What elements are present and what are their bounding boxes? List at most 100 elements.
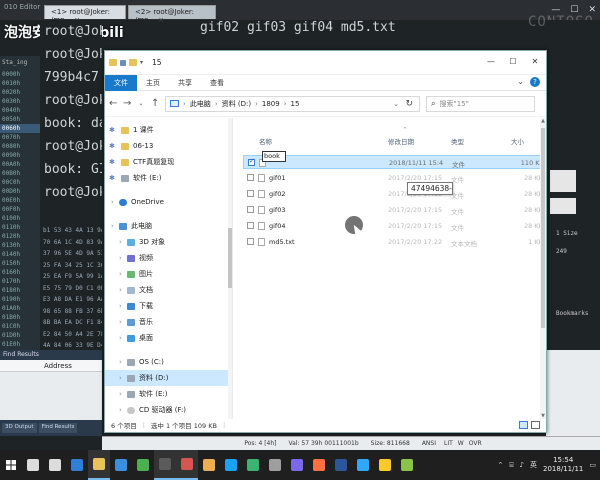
column-header-date[interactable]: 修改日期 <box>388 136 414 146</box>
tab-find-results[interactable]: Find Results <box>38 423 78 433</box>
file-checkbox[interactable] <box>247 174 254 181</box>
sidebar-item-16[interactable]: › CD 驱动器 (F:) <box>105 402 229 418</box>
terminal-tab-2[interactable]: <2> root@Joker: /mn... × <box>128 5 216 24</box>
taskbar-app-store[interactable] <box>110 450 132 480</box>
taskbar-app-chrome[interactable] <box>132 450 154 480</box>
network-icon[interactable]: ⌸ <box>509 461 513 470</box>
file-row[interactable]: gif022017/2/20 17:15文件28 KB <box>243 187 546 201</box>
chevron-right-icon[interactable]: › <box>119 270 125 278</box>
address-dropdown-icon[interactable]: ⌄ <box>393 100 399 108</box>
taskbar-app-ps[interactable] <box>352 450 374 480</box>
taskbar-app-search[interactable] <box>22 450 44 480</box>
sidebar-item-0[interactable]: ✱ 1 课件 <box>105 122 229 138</box>
minimize-button[interactable]: — <box>480 51 502 71</box>
close-button[interactable]: ✕ <box>524 51 546 71</box>
chevron-right-icon[interactable]: › <box>119 302 125 310</box>
close-icon[interactable]: × <box>158 16 164 24</box>
file-checkbox[interactable] <box>248 157 255 166</box>
chevron-right-icon[interactable]: › <box>119 358 125 366</box>
chevron-right-icon[interactable]: › <box>119 374 125 382</box>
tab-file[interactable]: 文件 <box>105 74 137 91</box>
hex-view[interactable]: b1 53 43 4A 13 9A 70 6A 1C 4D 83 9A 37 96 … <box>40 225 102 350</box>
sidebar-item-11[interactable]: › 音乐 <box>105 314 229 330</box>
chevron-right-icon[interactable]: › <box>119 286 125 294</box>
details-view-icon[interactable] <box>519 421 528 429</box>
help-icon[interactable]: ? <box>530 77 540 87</box>
tab-home[interactable]: 主页 <box>137 75 169 91</box>
breadcrumb-15[interactable]: 15 <box>291 100 300 108</box>
sidebar-item-4[interactable]: › OneDrive <box>105 194 229 210</box>
sidebar-item-15[interactable]: › 软件 (E:) <box>105 386 229 402</box>
find-results-address-column[interactable]: Address <box>0 360 102 372</box>
taskbar-app-terminal[interactable] <box>154 450 176 480</box>
file-row[interactable]: md5.txt 2017/2/20 17:22 文本文档 1 KB <box>243 235 546 249</box>
taskbar-app-word[interactable] <box>330 450 352 480</box>
taskbar-app-edge[interactable] <box>66 450 88 480</box>
chevron-right-icon[interactable]: › <box>111 222 117 230</box>
chevron-right-icon[interactable]: › <box>119 406 125 414</box>
sidebar-item-12[interactable]: › 桌面 <box>105 330 229 346</box>
tab-view[interactable]: 查看 <box>201 75 233 91</box>
scrollbar-thumb[interactable] <box>541 128 545 328</box>
taskbar-app-qq[interactable] <box>220 450 242 480</box>
chevron-right-icon[interactable]: › <box>119 390 125 398</box>
nav-scrollbar[interactable] <box>228 118 232 419</box>
input-language[interactable]: 英 <box>530 460 537 470</box>
taskbar-app-editor[interactable] <box>176 450 198 480</box>
sidebar-item-6[interactable]: › 3D 对象 <box>105 234 229 250</box>
file-row[interactable]: gif03 2017/2/20 17:15 文件 28 KB <box>243 203 546 217</box>
refresh-icon[interactable]: ↻ <box>405 99 413 109</box>
volume-icon[interactable]: ♪ <box>520 461 524 469</box>
sidebar-item-5[interactable]: › 此电脑 <box>105 218 229 234</box>
explorer-title-bar[interactable]: ▾ 15 — ☐ ✕ <box>105 51 546 75</box>
chevron-right-icon[interactable]: › <box>119 254 125 262</box>
back-icon[interactable]: ← <box>109 98 117 109</box>
taskbar-app-media[interactable] <box>198 450 220 480</box>
file-row[interactable]: gif04 2017/2/20 17:15 文件 28 KB <box>243 219 546 233</box>
quick-access-icon[interactable] <box>120 59 126 66</box>
file-row[interactable]: 2018/11/11 15:4文件110 KB <box>243 155 546 169</box>
column-header-type[interactable]: 类型 <box>451 136 464 146</box>
address-bar[interactable]: › 此电脑 › 资料 (D:) › 1809 › 15 ⌄ ↻ <box>165 95 420 112</box>
sidebar-item-10[interactable]: › 下载 <box>105 298 229 314</box>
chevron-right-icon[interactable]: › <box>119 318 125 326</box>
clock[interactable]: 15:54 2018/11/11 <box>543 456 583 474</box>
notification-icon[interactable]: ▭ <box>589 461 596 469</box>
tab-3d-output[interactable]: 3D Output <box>2 423 37 433</box>
chevron-right-icon[interactable]: › <box>119 238 125 246</box>
breadcrumb-separator-icon[interactable]: › <box>284 100 287 108</box>
sidebar-item-9[interactable]: › 文档 <box>105 282 229 298</box>
tray-up-arrow-icon[interactable]: ⌃ <box>497 461 503 469</box>
sidebar-item-14[interactable]: › 资料 (D:) <box>105 370 229 386</box>
breadcrumb-separator-icon[interactable]: › <box>215 100 218 108</box>
file-checkbox[interactable] <box>247 206 254 213</box>
file-row[interactable]: gif01 2017/2/20 17:15 文件 28 KB <box>243 171 546 185</box>
sidebar-item-2[interactable]: ✱ CTF真题复现 <box>105 154 229 170</box>
scroll-up-icon[interactable]: ▲ <box>540 118 546 124</box>
sidebar-item-8[interactable]: › 图片 <box>105 266 229 282</box>
taskbar-app-tool[interactable] <box>308 450 330 480</box>
taskbar-app-vm[interactable] <box>286 450 308 480</box>
forward-icon[interactable]: → <box>123 98 131 109</box>
start-button[interactable] <box>0 450 22 480</box>
column-header-size[interactable]: 大小 <box>511 136 524 146</box>
file-list-scrollbar[interactable]: ▲ ▼ <box>540 118 546 419</box>
taskbar-app-notes[interactable] <box>374 450 396 480</box>
maximize-button[interactable]: ☐ <box>502 51 524 71</box>
taskbar-app-settings[interactable] <box>264 450 286 480</box>
new-folder-icon[interactable] <box>129 59 137 66</box>
chevron-down-icon[interactable]: ▾ <box>140 59 143 66</box>
scrollbar-thumb[interactable] <box>228 228 232 288</box>
search-box[interactable]: ⌕ 搜索"15" <box>426 95 535 112</box>
rename-input[interactable]: book <box>262 151 286 162</box>
chevron-right-icon[interactable]: › <box>111 198 117 206</box>
expand-ribbon-icon[interactable]: ⌄ <box>517 77 524 87</box>
column-header-name[interactable]: 名称 <box>259 136 272 146</box>
sidebar-item-3[interactable]: ✱ 软件 (E:) <box>105 170 229 186</box>
recent-locations-icon[interactable]: ⌄ <box>137 100 145 107</box>
chevron-right-icon[interactable]: › <box>119 334 125 342</box>
terminal-tab-1[interactable]: <1> root@Joker: /mn...× <box>44 5 126 24</box>
taskbar-app-wechat[interactable] <box>242 450 264 480</box>
breadcrumb-separator-icon[interactable]: › <box>183 100 186 108</box>
breadcrumb-this-pc[interactable]: 此电脑 <box>190 99 211 109</box>
